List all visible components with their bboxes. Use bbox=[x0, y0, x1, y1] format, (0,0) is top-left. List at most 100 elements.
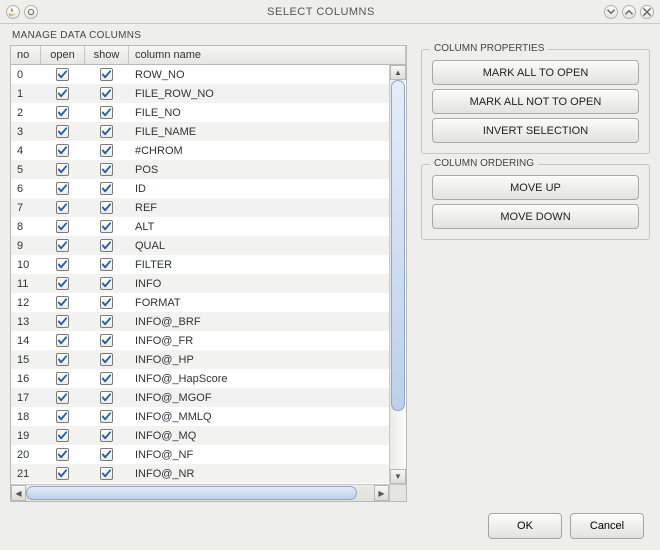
table-row[interactable]: 20INFO@_NF bbox=[11, 445, 389, 464]
cell-show[interactable] bbox=[85, 410, 129, 423]
checkbox-open[interactable] bbox=[56, 410, 69, 423]
table-row[interactable]: 9QUAL bbox=[11, 236, 389, 255]
table-row[interactable]: 5POS bbox=[11, 160, 389, 179]
ok-button[interactable]: OK bbox=[488, 513, 562, 539]
cell-show[interactable] bbox=[85, 239, 129, 252]
table-row[interactable]: 17INFO@_MGOF bbox=[11, 388, 389, 407]
hscroll-thumb[interactable] bbox=[26, 486, 357, 500]
cell-show[interactable] bbox=[85, 391, 129, 404]
checkbox-show[interactable] bbox=[100, 277, 113, 290]
checkbox-show[interactable] bbox=[100, 87, 113, 100]
cell-open[interactable] bbox=[41, 220, 85, 233]
cell-open[interactable] bbox=[41, 201, 85, 214]
cell-show[interactable] bbox=[85, 163, 129, 176]
maximize-icon[interactable] bbox=[622, 5, 636, 19]
checkbox-open[interactable] bbox=[56, 201, 69, 214]
minimize-icon[interactable] bbox=[604, 5, 618, 19]
cell-open[interactable] bbox=[41, 429, 85, 442]
checkbox-open[interactable] bbox=[56, 296, 69, 309]
close-icon[interactable] bbox=[640, 5, 654, 19]
checkbox-show[interactable] bbox=[100, 68, 113, 81]
cell-show[interactable] bbox=[85, 372, 129, 385]
checkbox-open[interactable] bbox=[56, 68, 69, 81]
move-up-button[interactable]: MOVE UP bbox=[432, 175, 639, 200]
checkbox-open[interactable] bbox=[56, 144, 69, 157]
checkbox-open[interactable] bbox=[56, 220, 69, 233]
th-name[interactable]: column name bbox=[129, 46, 406, 64]
table-row[interactable]: 8ALT bbox=[11, 217, 389, 236]
checkbox-show[interactable] bbox=[100, 239, 113, 252]
checkbox-open[interactable] bbox=[56, 258, 69, 271]
th-no[interactable]: no bbox=[11, 46, 41, 64]
cell-show[interactable] bbox=[85, 106, 129, 119]
scroll-up-icon[interactable]: ▲ bbox=[390, 65, 406, 80]
table-row[interactable]: 21INFO@_NR bbox=[11, 464, 389, 483]
cell-show[interactable] bbox=[85, 68, 129, 81]
cell-show[interactable] bbox=[85, 87, 129, 100]
cell-show[interactable] bbox=[85, 125, 129, 138]
checkbox-open[interactable] bbox=[56, 372, 69, 385]
checkbox-open[interactable] bbox=[56, 163, 69, 176]
cell-open[interactable] bbox=[41, 372, 85, 385]
cell-open[interactable] bbox=[41, 410, 85, 423]
table-row[interactable]: 2FILE_NO bbox=[11, 103, 389, 122]
table-row[interactable]: 19INFO@_MQ bbox=[11, 426, 389, 445]
cell-show[interactable] bbox=[85, 315, 129, 328]
table-row[interactable]: 6ID bbox=[11, 179, 389, 198]
checkbox-open[interactable] bbox=[56, 448, 69, 461]
checkbox-show[interactable] bbox=[100, 106, 113, 119]
scroll-down-icon[interactable]: ▼ bbox=[390, 469, 406, 484]
th-open[interactable]: open bbox=[41, 46, 85, 64]
checkbox-show[interactable] bbox=[100, 144, 113, 157]
move-down-button[interactable]: MOVE DOWN bbox=[432, 204, 639, 229]
cell-open[interactable] bbox=[41, 239, 85, 252]
cell-show[interactable] bbox=[85, 144, 129, 157]
table-row[interactable]: 11INFO bbox=[11, 274, 389, 293]
cell-open[interactable] bbox=[41, 334, 85, 347]
checkbox-show[interactable] bbox=[100, 334, 113, 347]
cell-show[interactable] bbox=[85, 353, 129, 366]
cell-open[interactable] bbox=[41, 315, 85, 328]
checkbox-show[interactable] bbox=[100, 429, 113, 442]
cell-show[interactable] bbox=[85, 258, 129, 271]
scroll-left-icon[interactable]: ◀ bbox=[11, 485, 26, 501]
window-menu-icon[interactable] bbox=[24, 5, 38, 19]
mark-all-open-button[interactable]: MARK ALL TO OPEN bbox=[432, 60, 639, 85]
checkbox-open[interactable] bbox=[56, 106, 69, 119]
cell-show[interactable] bbox=[85, 334, 129, 347]
table-row[interactable]: 0ROW_NO bbox=[11, 65, 389, 84]
table-row[interactable]: 1FILE_ROW_NO bbox=[11, 84, 389, 103]
invert-selection-button[interactable]: INVERT SELECTION bbox=[432, 118, 639, 143]
cell-open[interactable] bbox=[41, 353, 85, 366]
checkbox-open[interactable] bbox=[56, 334, 69, 347]
checkbox-show[interactable] bbox=[100, 296, 113, 309]
cell-open[interactable] bbox=[41, 182, 85, 195]
table-row[interactable]: 10FILTER bbox=[11, 255, 389, 274]
th-show[interactable]: show bbox=[85, 46, 129, 64]
table-row[interactable]: 4#CHROM bbox=[11, 141, 389, 160]
cell-show[interactable] bbox=[85, 296, 129, 309]
checkbox-open[interactable] bbox=[56, 125, 69, 138]
cell-open[interactable] bbox=[41, 68, 85, 81]
checkbox-show[interactable] bbox=[100, 315, 113, 328]
mark-all-not-open-button[interactable]: MARK ALL NOT TO OPEN bbox=[432, 89, 639, 114]
checkbox-show[interactable] bbox=[100, 353, 113, 366]
table-row[interactable]: 3FILE_NAME bbox=[11, 122, 389, 141]
checkbox-show[interactable] bbox=[100, 258, 113, 271]
table-row[interactable]: 13INFO@_BRF bbox=[11, 312, 389, 331]
cell-show[interactable] bbox=[85, 429, 129, 442]
cell-show[interactable] bbox=[85, 182, 129, 195]
cell-show[interactable] bbox=[85, 220, 129, 233]
scroll-right-icon[interactable]: ▶ bbox=[374, 485, 389, 501]
table-row[interactable]: 18INFO@_MMLQ bbox=[11, 407, 389, 426]
checkbox-show[interactable] bbox=[100, 125, 113, 138]
cell-open[interactable] bbox=[41, 106, 85, 119]
checkbox-show[interactable] bbox=[100, 410, 113, 423]
cell-show[interactable] bbox=[85, 201, 129, 214]
cell-show[interactable] bbox=[85, 277, 129, 290]
checkbox-open[interactable] bbox=[56, 87, 69, 100]
checkbox-open[interactable] bbox=[56, 429, 69, 442]
checkbox-show[interactable] bbox=[100, 448, 113, 461]
cancel-button[interactable]: Cancel bbox=[570, 513, 644, 539]
table-row[interactable]: 7REF bbox=[11, 198, 389, 217]
